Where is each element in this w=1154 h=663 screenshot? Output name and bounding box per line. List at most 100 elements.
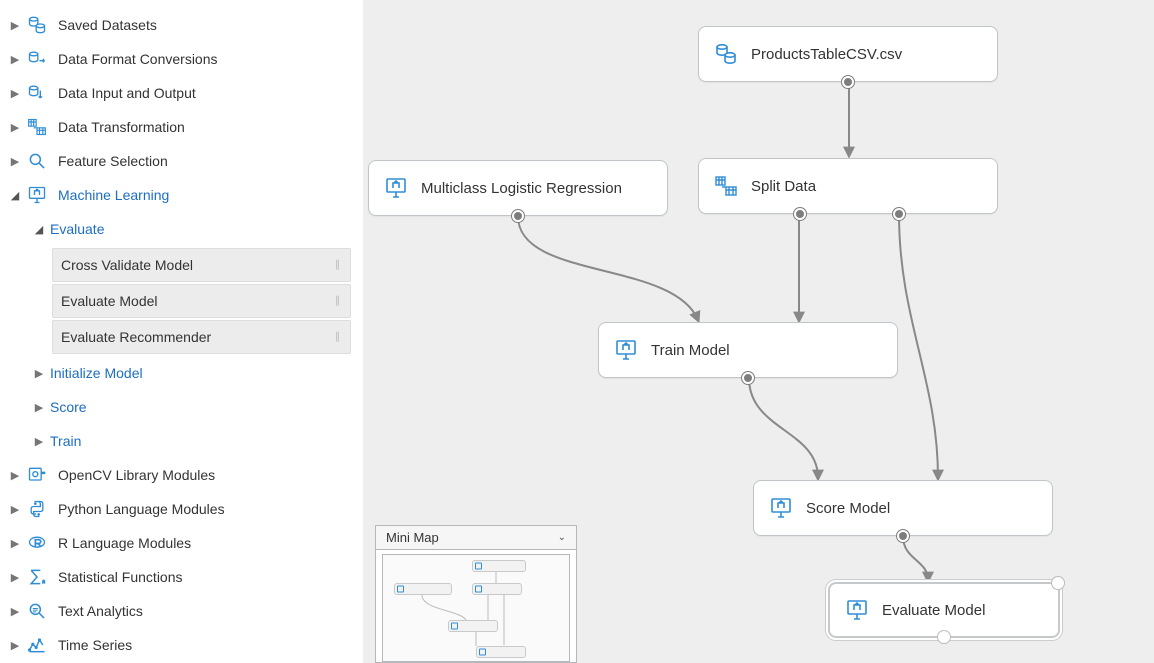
mini-node [476,646,526,658]
tree-item-evaluate[interactable]: ◢ Evaluate [4,212,363,246]
tree-item-label: OpenCV Library Modules [58,467,215,483]
chevron-right-icon: ▶ [32,367,46,380]
module-leaf-label: Cross Validate Model [61,257,193,273]
ml-monitor-icon [26,184,48,206]
tree-item-label: Data Format Conversions [58,51,218,67]
tree-item-label: Python Language Modules [58,501,225,517]
input-port-2[interactable] [1052,577,1064,589]
node-label: ProductsTableCSV.csv [751,46,902,63]
tree-item-label: Data Input and Output [58,85,196,101]
tree-item-r-lang[interactable]: ▶ R Language Modules [4,526,363,560]
module-palette-sidebar: ▶ Saved Datasets ▶ Data Format Conversio… [0,0,363,663]
mini-map-header[interactable]: Mini Map ⌄ [376,526,576,550]
dataset-icon [26,14,48,36]
node-split-data[interactable]: Split Data [698,158,998,214]
text-analytics-icon [26,600,48,622]
data-transform-icon [26,116,48,138]
node-products-csv[interactable]: ProductsTableCSV.csv [698,26,998,82]
tree-item-data-input-output[interactable]: ▶ Data Input and Output [4,76,363,110]
chevron-right-icon: ▶ [8,503,22,516]
chevron-right-icon: ▶ [8,121,22,134]
opencv-icon [26,464,48,486]
node-train-model[interactable]: Train Model [598,322,898,378]
chevron-right-icon: ▶ [32,401,46,414]
mini-map: Mini Map ⌄ [375,525,577,663]
node-label: Evaluate Model [882,602,985,619]
mini-node [394,583,452,595]
output-port-2[interactable] [893,208,905,220]
output-port[interactable] [938,631,950,643]
tree-item-label: Time Series [58,637,132,653]
tree-item-label: Saved Datasets [58,17,157,33]
data-transform-icon [713,173,739,199]
r-icon [26,532,48,554]
tree-item-text-analytics[interactable]: ▶ Text Analytics [4,594,363,628]
grip-icon: ∥ [335,296,342,307]
output-port[interactable] [512,210,524,222]
module-cross-validate-model[interactable]: Cross Validate Model ∥ [52,248,351,282]
tree-item-train[interactable]: ▶ Train [4,424,363,458]
node-evaluate-model[interactable]: Evaluate Model [828,582,1060,638]
time-series-icon [26,634,48,656]
node-label: Score Model [806,500,890,517]
module-evaluate-model[interactable]: Evaluate Model ∥ [52,284,351,318]
chevron-right-icon: ▶ [8,155,22,168]
tree-item-initialize-model[interactable]: ▶ Initialize Model [4,356,363,390]
tree-item-label: Evaluate [50,221,104,237]
mini-map-title: Mini Map [386,530,439,545]
tree-item-feature-selection[interactable]: ▶ Feature Selection [4,144,363,178]
chevron-right-icon: ▶ [8,19,22,32]
tree-item-opencv[interactable]: ▶ OpenCV Library Modules [4,458,363,492]
tree-item-score[interactable]: ▶ Score [4,390,363,424]
tree-item-statistical-functions[interactable]: ▶ Statistical Functions [4,560,363,594]
mini-node [448,620,498,632]
chevron-right-icon: ▶ [8,639,22,652]
sigma-icon [26,566,48,588]
output-port-1[interactable] [794,208,806,220]
chevron-right-icon: ▶ [8,53,22,66]
output-port[interactable] [842,76,854,88]
chevron-right-icon: ▶ [8,87,22,100]
module-leaf-label: Evaluate Model [61,293,158,309]
chevron-down-icon: ⌄ [558,532,566,543]
chevron-right-icon: ▶ [8,469,22,482]
tree-item-machine-learning[interactable]: ◢ Machine Learning [4,178,363,212]
node-multiclass-logistic-regression[interactable]: Multiclass Logistic Regression [368,160,668,216]
tree-item-label: Initialize Model [50,365,143,381]
magnifier-icon [26,150,48,172]
node-score-model[interactable]: Score Model [753,480,1053,536]
tree-item-data-format-conversions[interactable]: ▶ Data Format Conversions [4,42,363,76]
chevron-down-icon: ◢ [8,189,22,202]
node-label: Split Data [751,178,816,195]
chevron-right-icon: ▶ [32,435,46,448]
node-label: Train Model [651,342,730,359]
ml-monitor-icon [844,597,870,623]
dataset-icon [713,41,739,67]
module-evaluate-recommender[interactable]: Evaluate Recommender ∥ [52,320,351,354]
ml-monitor-icon [613,337,639,363]
dataset-convert-icon [26,48,48,70]
experiment-canvas[interactable]: ProductsTableCSV.csv Multiclass Logistic… [363,0,1154,663]
tree-item-time-series[interactable]: ▶ Time Series [4,628,363,662]
tree-item-data-transformation[interactable]: ▶ Data Transformation [4,110,363,144]
tree-item-label: Score [50,399,87,415]
grip-icon: ∥ [335,332,342,343]
output-port[interactable] [897,530,909,542]
tree-item-saved-datasets[interactable]: ▶ Saved Datasets [4,8,363,42]
tree-item-label: Machine Learning [58,187,169,203]
tree-item-label: Data Transformation [58,119,185,135]
tree-item-python[interactable]: ▶ Python Language Modules [4,492,363,526]
python-icon [26,498,48,520]
ml-monitor-icon [383,175,409,201]
mini-map-body[interactable] [376,550,576,662]
grip-icon: ∥ [335,260,342,271]
mini-node [472,560,526,572]
chevron-right-icon: ▶ [8,571,22,584]
output-port[interactable] [742,372,754,384]
mini-node [472,583,522,595]
chevron-down-icon: ◢ [32,223,46,236]
tree-item-label: Statistical Functions [58,569,183,585]
tree-item-label: R Language Modules [58,535,191,551]
dataset-io-icon [26,82,48,104]
chevron-right-icon: ▶ [8,537,22,550]
